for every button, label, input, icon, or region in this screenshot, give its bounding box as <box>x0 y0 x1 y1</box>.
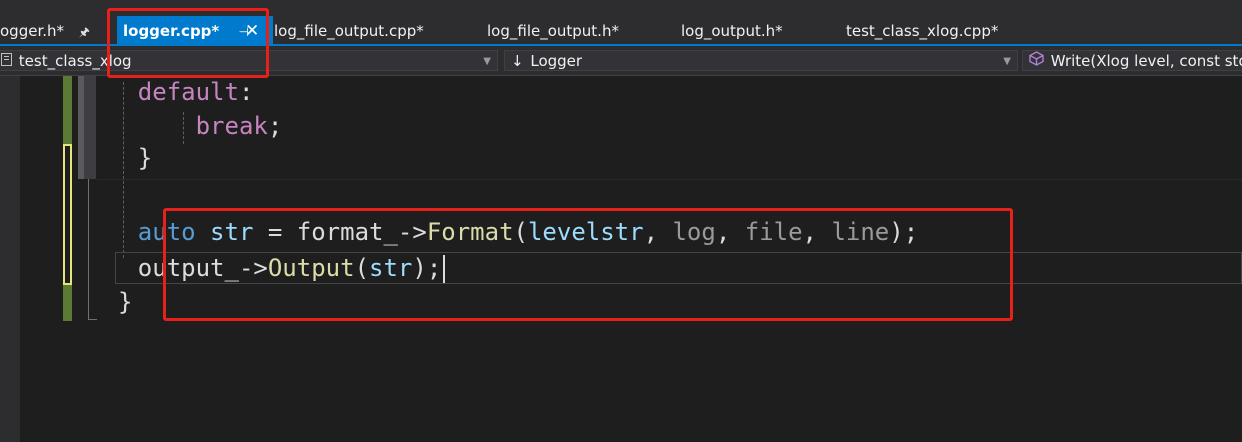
member-dropdown[interactable]: Write(Xlog level, const std:: <box>1022 50 1242 71</box>
tab-label: log_output.h* <box>681 22 783 40</box>
code-line[interactable]: } <box>80 142 152 174</box>
tab-label: ogger.h* <box>0 22 65 40</box>
tab-label: log_file_output.cpp* <box>274 22 424 40</box>
saved-change-bar <box>63 285 72 321</box>
code-line[interactable]: break; <box>80 110 283 142</box>
unsaved-change-bar <box>63 144 72 285</box>
code-token: } <box>118 288 133 316</box>
code-token: ; <box>267 112 283 140</box>
tab-label: log_file_output.h* <box>487 22 619 40</box>
saved-change-bar <box>63 76 72 144</box>
code-line[interactable]: default: <box>80 76 254 108</box>
tab-log-file-output-h[interactable]: log_file_output.h* <box>487 16 619 46</box>
tab-log-output-h[interactable]: log_output.h* <box>681 16 783 46</box>
chevron-down-icon: ▼ <box>483 56 491 67</box>
code-line[interactable]: } <box>118 286 132 318</box>
tab-test-class-xlog-cpp[interactable]: test_class_xlog.cpp* <box>846 16 998 46</box>
tab-label: test_class_xlog.cpp* <box>846 22 999 40</box>
outline-fold-line[interactable] <box>88 179 89 320</box>
code-token: default <box>137 78 239 106</box>
method-cube-icon <box>1029 51 1044 70</box>
block-separator <box>97 179 1242 180</box>
down-arrow-icon: ↓ <box>511 52 524 70</box>
tab-logger-h[interactable]: ogger.h* 🖈 <box>0 16 90 46</box>
code-token: : <box>238 78 254 106</box>
cpp-project-icon <box>1 51 12 70</box>
chevron-down-icon: ▼ <box>1003 56 1011 67</box>
pin-icon[interactable]: 🖈 <box>79 25 90 39</box>
scope-dropdown[interactable]: ↓ Logger ▼ <box>504 50 1018 71</box>
editor-margin-strip <box>0 76 20 442</box>
code-token: } <box>137 144 153 172</box>
highlight-box-active-tab <box>107 8 269 78</box>
code-token: break <box>195 112 268 140</box>
member-name: Write(Xlog level, const std:: <box>1050 52 1242 70</box>
scope-name: Logger <box>530 52 583 70</box>
highlight-box-code-block <box>163 208 1013 321</box>
tab-log-file-output-cpp[interactable]: log_file_output.cpp* <box>274 16 424 46</box>
outline-fold-end <box>88 319 97 320</box>
